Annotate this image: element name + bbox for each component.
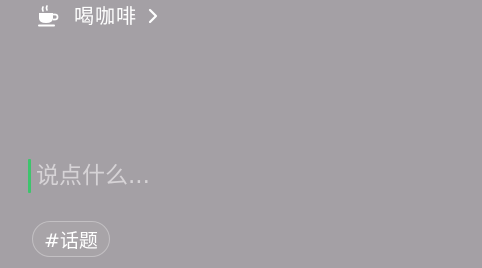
compose-input-area[interactable] [28,156,448,196]
chevron-right-icon [147,6,161,26]
compose-input[interactable] [36,163,416,189]
compose-screen: 喝咖啡 #话题 [0,0,482,268]
topic-button-label: #话题 [44,229,98,252]
text-caret [28,159,31,193]
activity-label: 喝咖啡 [74,4,137,28]
activity-status-row[interactable]: 喝咖啡 [36,2,161,30]
coffee-cup-icon [36,4,60,28]
topic-button[interactable]: #话题 [32,221,110,257]
